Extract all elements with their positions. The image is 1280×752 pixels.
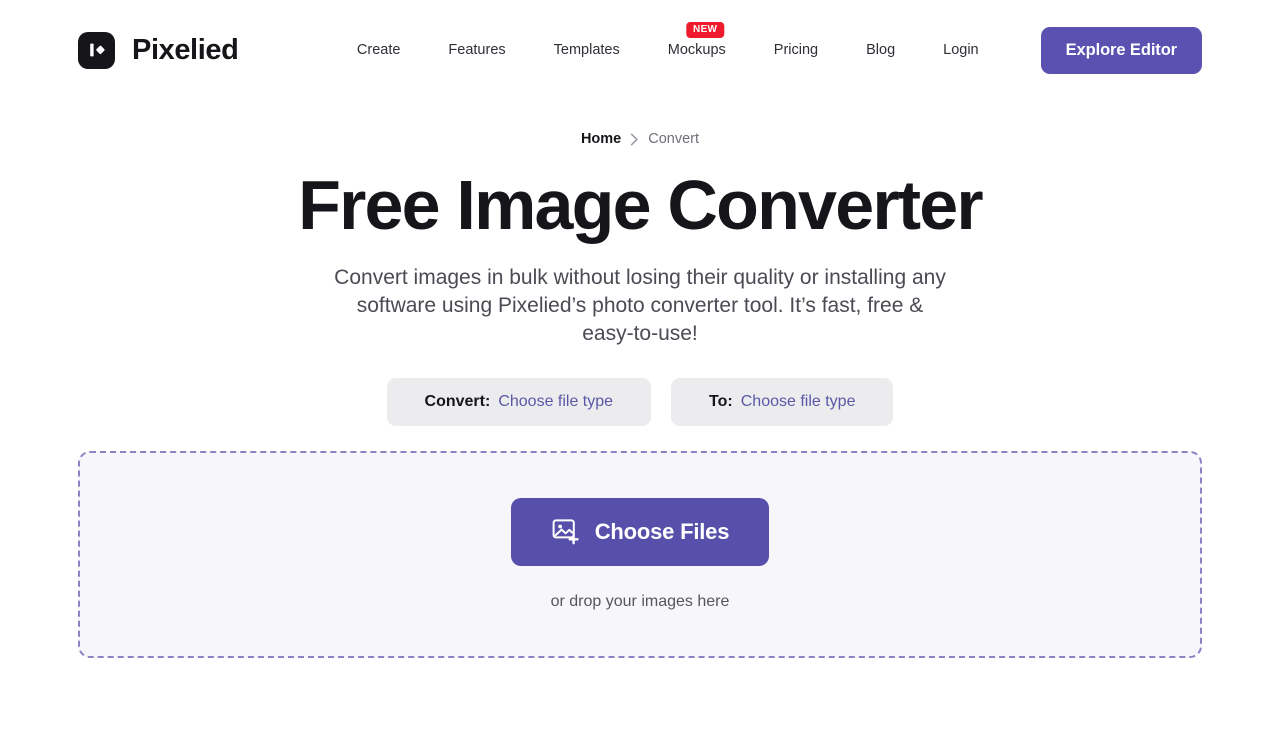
convert-to-value: Choose file type (740, 392, 856, 410)
nav-item-login[interactable]: Login (919, 43, 1002, 58)
choose-files-button[interactable]: Choose Files (510, 497, 770, 566)
convert-from-selector[interactable]: Convert: Choose file type (386, 377, 652, 426)
pixelied-logo-icon (78, 31, 115, 69)
nav-item-blog[interactable]: Blog (842, 43, 919, 58)
breadcrumb-current: Convert (648, 131, 700, 147)
main-navigation: Create Features Templates NEW Mockups Pr… (333, 21, 1202, 74)
file-type-selectors: Convert: Choose file type To: Choose fil… (386, 377, 894, 426)
new-badge: NEW (686, 21, 725, 38)
main-content: Home Convert Free Image Converter Conver… (0, 100, 1280, 658)
choose-files-label: Choose Files (594, 518, 730, 544)
site-header: Pixelied Create Features Templates NEW M… (0, 0, 1280, 100)
nav-item-pricing[interactable]: Pricing (750, 43, 842, 58)
convert-to-label: To: (709, 392, 733, 410)
convert-from-label: Convert: (424, 392, 491, 410)
brand-logo[interactable]: Pixelied (78, 31, 239, 69)
page-root: Pixelied Create Features Templates NEW M… (0, 0, 1280, 752)
nav-item-mockups[interactable]: NEW Mockups (644, 21, 750, 58)
convert-from-value: Choose file type (498, 392, 614, 410)
add-image-icon (551, 517, 581, 547)
breadcrumb-home[interactable]: Home (581, 132, 621, 147)
convert-to-selector[interactable]: To: Choose file type (671, 377, 894, 426)
nav-item-create[interactable]: Create (333, 43, 425, 58)
nav-item-templates[interactable]: Templates (530, 43, 644, 58)
brand-name: Pixelied (132, 33, 239, 66)
file-dropzone[interactable]: Choose Files or drop your images here (78, 450, 1202, 658)
dropzone-hint: or drop your images here (550, 592, 730, 610)
explore-editor-button[interactable]: Explore Editor (1040, 26, 1202, 74)
nav-item-mockups-label: Mockups (667, 41, 726, 58)
breadcrumb: Home Convert (581, 132, 699, 147)
page-subtitle: Convert images in bulk without losing th… (334, 266, 946, 345)
nav-item-features[interactable]: Features (424, 43, 529, 58)
chevron-right-icon (630, 133, 639, 146)
page-title: Free Image Converter (298, 165, 984, 244)
